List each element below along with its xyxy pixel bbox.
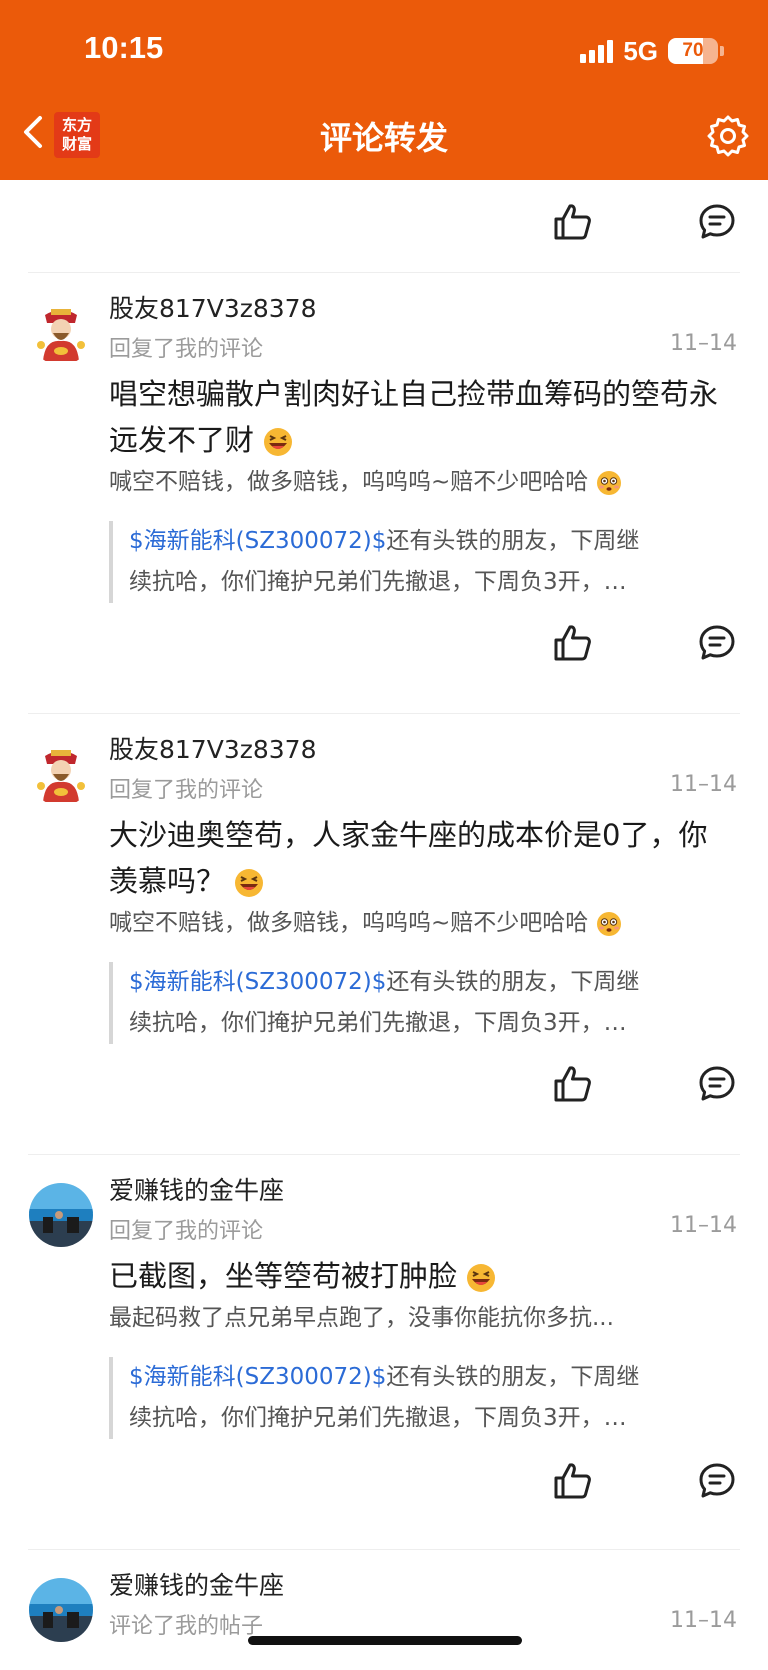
network-type: 5G [623, 35, 658, 66]
beach-avatar-image [29, 1578, 93, 1642]
timestamp: 11–14 [670, 331, 737, 356]
comment-icon[interactable] [697, 623, 737, 663]
my-comment-preview[interactable]: 喊空不赔钱，做多赔钱，呜呜呜~赔不少吧哈哈 [109, 465, 719, 499]
avatar[interactable] [29, 742, 93, 806]
action-text: 评论了我的帖子 [109, 1614, 264, 1639]
status-time: 10:15 [84, 30, 164, 65]
username[interactable]: 爱赚钱的金牛座 [109, 1171, 284, 1207]
thumbs-up-icon[interactable] [553, 1064, 593, 1104]
timestamp: 11–14 [670, 1213, 737, 1238]
my-comment-text: 喊空不赔钱，做多赔钱，呜呜呜~赔不少吧哈哈 [109, 910, 589, 936]
quoted-post-text: 还有头铁的朋友，下周继 [386, 528, 640, 554]
page-title: 评论转发 [319, 119, 448, 157]
quoted-post-line2: 续抗哈，你们掩护兄弟们先撤退，下周负3开，… [129, 1405, 627, 1431]
quoted-post[interactable]: $海新能科(SZ300072)$还有头铁的朋友，下周继 续抗哈，你们掩护兄弟们先… [109, 962, 741, 1044]
grinning-squint-emoji [264, 428, 293, 456]
beach-avatar-image [29, 1183, 93, 1247]
battery-tip [720, 46, 724, 56]
avatar[interactable] [29, 1578, 93, 1642]
quoted-post-text: 还有头铁的朋友，下周继 [386, 969, 640, 995]
comment-item[interactable]: 股友817V3z8378 回复了我的评论 11–14 大沙迪奥箜苟，人家金牛座的… [0, 714, 768, 1154]
thumbs-up-icon[interactable] [553, 1461, 593, 1501]
comment-content[interactable]: 大沙迪奥箜苟，人家金牛座的成本价是0了，你羡慕吗？ [109, 812, 719, 904]
gear-icon[interactable] [706, 114, 750, 158]
caishen-avatar-image [29, 301, 93, 365]
flushed-emoji [596, 911, 621, 936]
username[interactable]: 股友817V3z8378 [109, 730, 316, 766]
quoted-post-line2: 续抗哈，你们掩护兄弟们先撤退，下周负3开，… [129, 1010, 627, 1036]
caishen-avatar-image [29, 742, 93, 806]
quoted-post-line1: $海新能科(SZ300072)$还有头铁的朋友，下周继 [129, 1357, 725, 1398]
quoted-post-line1: $海新能科(SZ300072)$还有头铁的朋友，下周继 [129, 521, 725, 562]
timestamp: 11–14 [670, 772, 737, 797]
avatar[interactable] [29, 301, 93, 365]
comment-item[interactable]: 爱赚钱的金牛座 评论了我的帖子 11–14 [0, 1550, 768, 1670]
avatar[interactable] [29, 1183, 93, 1247]
action-text: 回复了我的评论 [109, 1219, 264, 1244]
home-indicator[interactable] [248, 1636, 522, 1645]
username[interactable]: 爱赚钱的金牛座 [109, 1566, 284, 1602]
comment-content[interactable]: 唱空想骗散户割肉好让自己捡带血筹码的箜苟永远发不了财 [109, 371, 719, 463]
action-text: 回复了我的评论 [109, 778, 264, 803]
battery-level: 70 [682, 40, 704, 61]
stock-link[interactable]: $海新能科(SZ300072)$ [129, 528, 386, 554]
quoted-post-text: 还有头铁的朋友，下周继 [386, 1364, 640, 1390]
comment-text: 已截图，坐等箜苟被打肿脸 [109, 1259, 458, 1293]
comment-icon[interactable] [697, 1461, 737, 1501]
grinning-squint-emoji [235, 869, 264, 897]
my-comment-preview[interactable]: 最起码救了点兄弟早点跑了，没事你能抗你多抗... [109, 1301, 719, 1335]
quoted-post[interactable]: $海新能科(SZ300072)$还有头铁的朋友，下周继 续抗哈，你们掩护兄弟们先… [109, 1357, 741, 1439]
comment-text: 唱空想骗散户割肉好让自己捡带血筹码的箜苟永远发不了财 [109, 377, 719, 457]
stock-link[interactable]: $海新能科(SZ300072)$ [129, 1364, 386, 1390]
comment-item[interactable]: 股友817V3z8378 回复了我的评论 11–14 唱空想骗散户割肉好让自己捡… [0, 273, 768, 713]
stock-link[interactable]: $海新能科(SZ300072)$ [129, 969, 386, 995]
comment-text: 大沙迪奥箜苟，人家金牛座的成本价是0了，你羡慕吗？ [109, 818, 708, 898]
comment-feed[interactable]: 股友817V3z8378 回复了我的评论 11–14 唱空想骗散户割肉好让自己捡… [0, 180, 768, 1670]
thumbs-up-icon[interactable] [553, 623, 593, 663]
my-comment-text: 最起码救了点兄弟早点跑了，没事你能抗你多抗... [109, 1305, 614, 1331]
comment-icon[interactable] [697, 1064, 737, 1104]
my-comment-preview[interactable]: 喊空不赔钱，做多赔钱，呜呜呜~赔不少吧哈哈 [109, 906, 719, 940]
comment-icon[interactable] [697, 202, 737, 242]
timestamp: 11–14 [670, 1608, 737, 1633]
status-indicators: 5G 70 [580, 36, 724, 66]
action-text: 回复了我的评论 [109, 337, 264, 362]
comment-content[interactable]: 已截图，坐等箜苟被打肿脸 [109, 1253, 719, 1299]
my-comment-text: 喊空不赔钱，做多赔钱，呜呜呜~赔不少吧哈哈 [109, 469, 589, 495]
grinning-squint-emoji [467, 1264, 496, 1292]
thumbs-up-icon[interactable] [553, 202, 593, 242]
flushed-emoji [596, 470, 621, 495]
app-header: 10:15 5G 70 东方 财富 评论转发 [0, 0, 768, 180]
username[interactable]: 股友817V3z8378 [109, 289, 316, 325]
quoted-post-line2: 续抗哈，你们掩护兄弟们先撤退，下周负3开，… [129, 569, 627, 595]
action-bar [0, 180, 768, 272]
quoted-post[interactable]: $海新能科(SZ300072)$还有头铁的朋友，下周继 续抗哈，你们掩护兄弟们先… [109, 521, 741, 603]
signal-icon [580, 39, 614, 63]
quoted-post-line1: $海新能科(SZ300072)$还有头铁的朋友，下周继 [129, 962, 725, 1003]
battery-icon: 70 [668, 38, 718, 64]
comment-item[interactable]: 爱赚钱的金牛座 回复了我的评论 11–14 已截图，坐等箜苟被打肿脸 最起码救了… [0, 1155, 768, 1549]
